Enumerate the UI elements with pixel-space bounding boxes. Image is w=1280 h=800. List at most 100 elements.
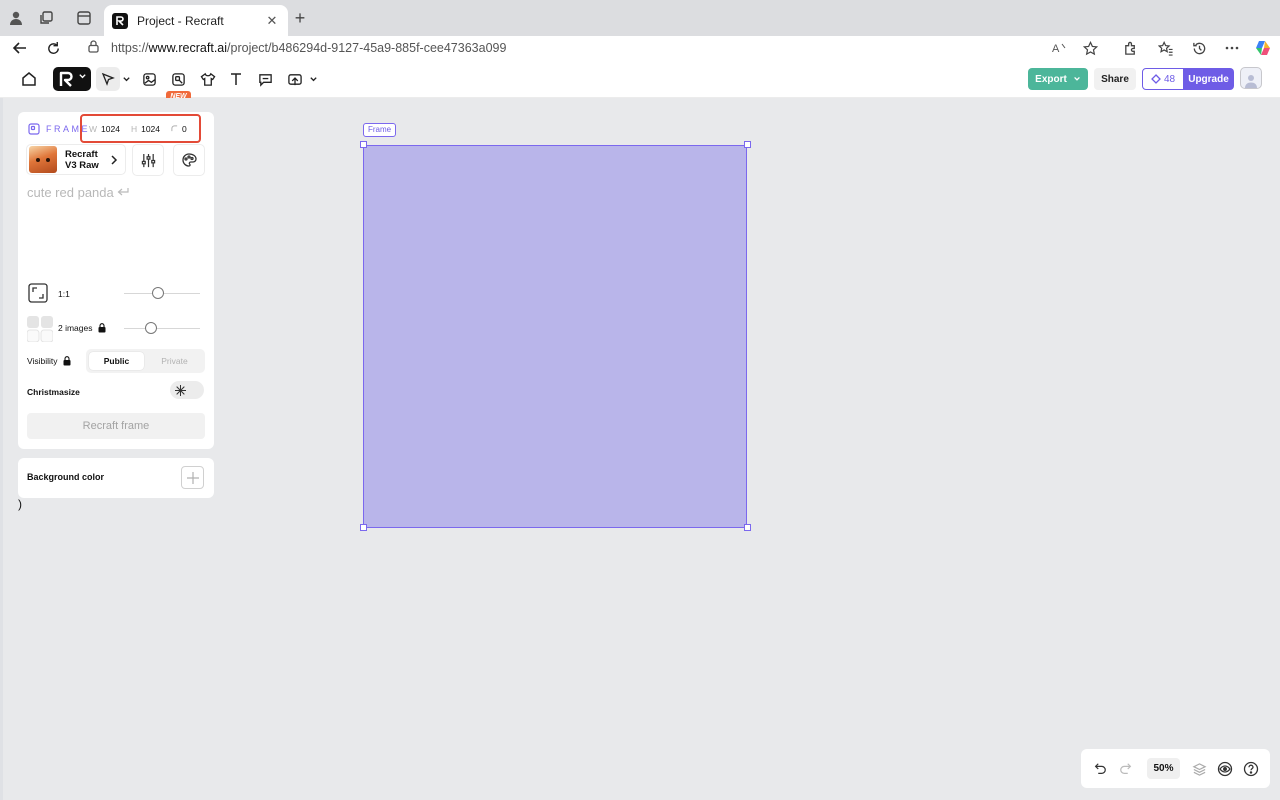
layers-icon[interactable] <box>1189 759 1209 779</box>
visibility-private-option[interactable]: Private <box>147 352 202 370</box>
red-panda-thumbnail <box>29 146 57 173</box>
aspect-ratio-label: 1:1 <box>58 289 70 299</box>
frame-dimensions-box: W 1024 H 1024 0 <box>80 114 201 143</box>
resize-handle-top-right[interactable] <box>744 141 751 148</box>
chevron-down-icon <box>1073 76 1080 81</box>
style-palette-button[interactable] <box>173 144 205 176</box>
active-tab[interactable]: Project - Recraft ✕ <box>104 5 288 36</box>
copilot-icon[interactable] <box>1253 38 1273 58</box>
image-tool-icon[interactable] <box>137 68 161 90</box>
redo-icon[interactable] <box>1116 759 1136 779</box>
recraft-menu-button[interactable] <box>53 67 91 91</box>
recraft-logo-icon <box>59 71 73 87</box>
background-color-label: Background color <box>27 472 105 482</box>
corner-radius-icon <box>171 124 178 134</box>
profile-icon[interactable] <box>6 8 26 28</box>
more-menu-icon[interactable] <box>1222 38 1242 58</box>
upload-tool-icon[interactable] <box>283 68 307 90</box>
new-tab-icon[interactable]: + <box>290 8 310 28</box>
mockup-tshirt-icon[interactable] <box>196 68 220 90</box>
selected-frame[interactable] <box>363 145 747 528</box>
height-input[interactable]: 1024 <box>141 124 160 134</box>
images-count-label: 2 images <box>58 323 93 333</box>
visibility-public-option[interactable]: Public <box>89 352 144 370</box>
reload-icon[interactable] <box>43 38 63 58</box>
lock-icon <box>88 40 102 56</box>
sliders-icon <box>141 153 155 167</box>
resize-handle-top-left[interactable] <box>360 141 367 148</box>
diamond-icon <box>1151 74 1161 84</box>
undo-icon[interactable] <box>1090 759 1110 779</box>
history-icon[interactable] <box>1189 38 1209 58</box>
frame-tag[interactable]: Frame <box>363 123 397 137</box>
height-label: H <box>130 123 138 134</box>
model-name: Recraft V3 Raw <box>65 149 110 171</box>
prompt-input[interactable]: cute red panda <box>27 185 129 200</box>
select-tool-icon[interactable] <box>96 67 120 91</box>
favorite-star-icon[interactable] <box>1080 38 1100 58</box>
images-count-row: 2 images <box>58 323 106 333</box>
address-bar-row: https://www.recraft.ai/project/b486294d-… <box>0 36 1280 60</box>
width-label: W <box>89 123 98 134</box>
lock-icon <box>98 323 105 333</box>
visibility-toggle: Public Private <box>86 349 205 373</box>
plus-icon <box>186 471 199 484</box>
workspaces-icon[interactable] <box>36 8 56 28</box>
user-icon <box>1245 75 1257 88</box>
zoom-toolbar: 50% <box>1081 749 1270 788</box>
images-count-slider-knob[interactable] <box>145 322 157 334</box>
home-icon[interactable] <box>17 68 41 90</box>
close-tab-icon[interactable]: ✕ <box>264 13 280 29</box>
user-avatar[interactable] <box>1240 67 1262 89</box>
select-tool-chevron-icon[interactable] <box>118 68 134 90</box>
add-background-color-button[interactable] <box>181 466 204 489</box>
preview-eye-icon[interactable] <box>1215 759 1235 779</box>
back-icon[interactable] <box>10 38 30 58</box>
snowflake-icon <box>172 382 188 398</box>
app-toolbar <box>0 60 1280 98</box>
aspect-ratio-icon[interactable] <box>28 283 48 303</box>
extensions-icon[interactable] <box>1120 38 1140 58</box>
stray-text: ) <box>18 497 22 511</box>
text-tool-icon[interactable] <box>224 68 248 90</box>
share-button[interactable]: Share <box>1094 68 1136 90</box>
resize-handle-bottom-left[interactable] <box>360 524 367 531</box>
url-field[interactable]: https://www.recraft.ai/project/b486294d-… <box>88 38 1108 58</box>
visibility-row: Visibility <box>27 356 71 366</box>
url-prefix: https:// <box>111 41 149 55</box>
url-path: /project/b486294d-9127-45a9-885f-cee4736… <box>227 41 507 55</box>
upgrade-button[interactable]: Upgrade <box>1183 68 1234 90</box>
background-color-panel: Background color <box>18 458 214 498</box>
model-name-line1: Recraft <box>65 148 98 160</box>
frame-icon <box>28 123 40 135</box>
model-select-button[interactable]: Recraft V3 Raw <box>26 144 126 175</box>
recraft-frame-button[interactable]: Recraft frame <box>27 413 205 439</box>
recraft-favicon <box>112 12 128 29</box>
chevron-down-icon <box>79 74 86 79</box>
chevron-right-icon <box>111 154 118 165</box>
comment-tool-icon[interactable] <box>253 68 277 90</box>
credits-button[interactable]: 48 <box>1142 68 1184 90</box>
aspect-ratio-slider-knob[interactable] <box>152 287 164 299</box>
help-icon[interactable] <box>1241 759 1261 779</box>
model-name-line2: V3 Raw <box>65 159 99 171</box>
resize-handle-bottom-right[interactable] <box>744 524 751 531</box>
corner-radius-input[interactable]: 0 <box>182 124 187 134</box>
visibility-label: Visibility <box>27 356 58 366</box>
favorites-icon[interactable] <box>1156 38 1176 58</box>
zoom-level[interactable]: 50% <box>1147 758 1180 779</box>
width-input[interactable]: 1024 <box>101 124 120 134</box>
export-label: Export <box>1035 73 1067 85</box>
images-count-slider[interactable] <box>124 328 200 329</box>
frame-tool-icon[interactable] <box>166 68 190 90</box>
upload-chevron-icon[interactable] <box>305 68 321 90</box>
export-button[interactable]: Export <box>1028 68 1088 90</box>
credits-count: 48 <box>1163 73 1176 85</box>
images-grid-icon <box>27 316 53 342</box>
prompt-text: cute red panda <box>27 185 114 200</box>
tab-actions-icon[interactable] <box>74 8 94 28</box>
tab-title: Project - Recraft <box>137 13 224 28</box>
christmasize-toggle[interactable] <box>170 381 204 399</box>
adjust-settings-button[interactable] <box>132 144 164 176</box>
read-aloud-icon[interactable]: A <box>1050 38 1070 58</box>
